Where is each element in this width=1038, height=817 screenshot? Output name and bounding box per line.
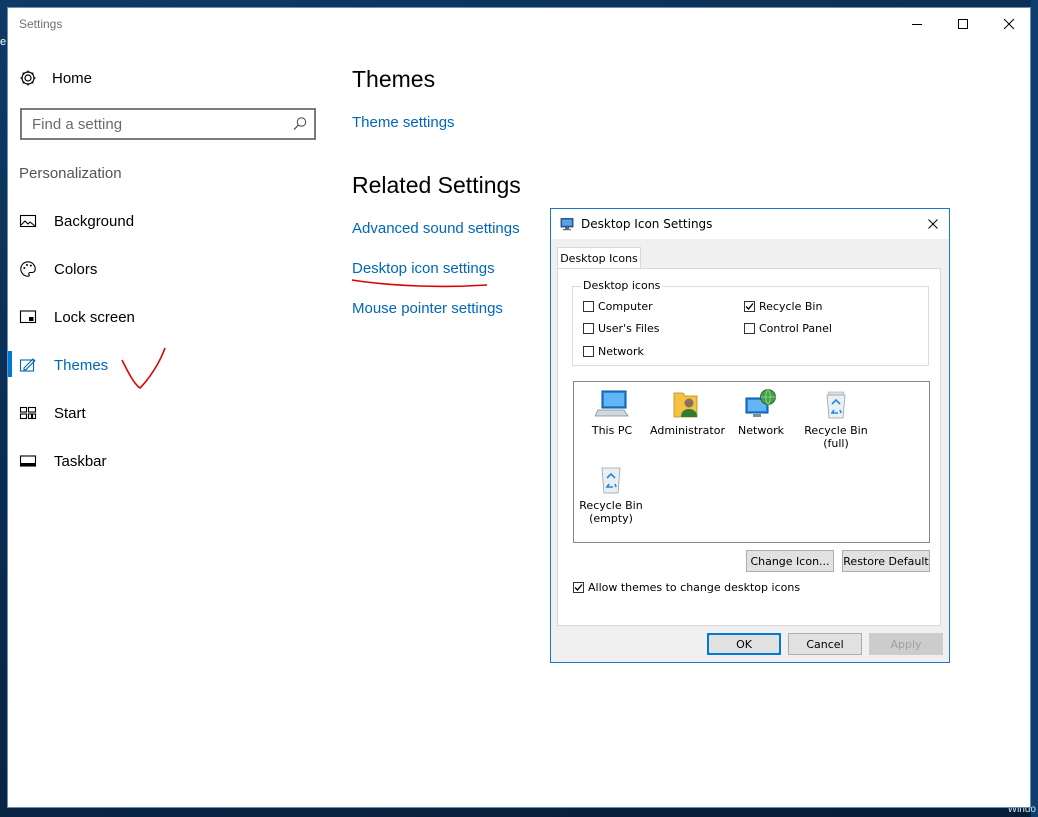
icon-item-recycle-bin-full[interactable]: Recycle Bin (full) [800, 388, 872, 450]
tab-panel: Desktop icons Computer Recycle Bin User'… [557, 268, 941, 626]
lock-screen-icon [19, 310, 37, 324]
close-button[interactable] [986, 8, 1032, 40]
checkbox-allow-themes[interactable]: Allow themes to change desktop icons [573, 581, 800, 594]
title-bar: Settings [8, 8, 1030, 40]
taskbar-icon [19, 455, 37, 467]
maximize-button[interactable] [940, 8, 986, 40]
palette-icon [20, 261, 36, 277]
minimize-icon [912, 24, 922, 25]
icon-item-administrator[interactable]: Administrator [650, 388, 725, 437]
themes-icon [19, 358, 36, 372]
gear-icon [20, 70, 36, 86]
theme-settings-link[interactable]: Theme settings [352, 114, 455, 131]
cancel-button[interactable]: Cancel [788, 633, 862, 655]
desktop-edge [1031, 0, 1038, 817]
checkbox-label: Control Panel [759, 322, 832, 335]
sidebar-item-label: Taskbar [54, 452, 107, 470]
icon-label-sub: (full) [823, 437, 849, 450]
advanced-sound-settings-link[interactable]: Advanced sound settings [352, 220, 520, 237]
icon-item-recycle-bin-empty[interactable]: Recycle Bin (empty) [575, 463, 647, 525]
restore-default-button[interactable]: Restore Default [842, 550, 930, 572]
checkbox-box[interactable] [573, 582, 584, 593]
sidebar-item-colors[interactable]: Colors [19, 257, 97, 281]
icon-item-network[interactable]: Network [725, 388, 797, 437]
change-icon-button[interactable]: Change Icon... [746, 550, 834, 572]
window-title: Settings [19, 17, 63, 31]
monitor-icon [560, 218, 574, 231]
user-folder-icon [673, 392, 698, 418]
sidebar-item-themes[interactable]: Themes [19, 353, 108, 377]
sidebar-item-start[interactable]: Start [19, 401, 86, 425]
checkbox-label: User's Files [598, 322, 660, 335]
search-box[interactable]: Find a setting [20, 108, 316, 140]
checkbox-box[interactable] [744, 323, 755, 334]
checkbox-label: Allow themes to change desktop icons [588, 581, 801, 594]
sidebar-item-label: Colors [54, 260, 98, 278]
sidebar-item-lock-screen[interactable]: Lock screen [19, 305, 135, 329]
group-label: Desktop icons [581, 279, 663, 292]
dialog-title: Desktop Icon Settings [581, 217, 713, 231]
checkbox-box[interactable] [583, 301, 594, 312]
checkbox-control-panel[interactable]: Control Panel [744, 322, 832, 335]
nav-home-label: Home [52, 69, 93, 87]
sidebar-item-label: Themes [54, 356, 109, 374]
close-icon [1003, 18, 1015, 30]
checkbox-box[interactable] [744, 301, 755, 312]
background-icon [19, 214, 37, 228]
icon-label: Recycle Bin [579, 499, 643, 512]
checkbox-label: Computer [598, 300, 653, 313]
nav-home[interactable]: Home [19, 66, 92, 90]
search-placeholder: Find a setting [32, 116, 123, 133]
checkbox-network[interactable]: Network [583, 345, 644, 358]
mouse-pointer-settings-link[interactable]: Mouse pointer settings [352, 300, 503, 317]
close-icon [928, 219, 938, 229]
search-icon [293, 117, 307, 130]
recycle-bin-full-icon [826, 391, 846, 419]
checkbox-label: Network [598, 345, 644, 358]
nav-section-label: Personalization [19, 165, 122, 182]
dialog-close-button[interactable] [923, 215, 943, 233]
icon-list[interactable]: This PC Administrator Network Recycle Bi… [573, 381, 930, 543]
sidebar-item-label: Lock screen [54, 308, 135, 326]
icon-label: Network [738, 424, 784, 437]
minimize-button[interactable] [894, 8, 940, 40]
tab-desktop-icons[interactable]: Desktop Icons [557, 247, 641, 269]
recycle-bin-empty-icon [601, 467, 621, 494]
page-title: Themes [352, 66, 436, 92]
related-settings-title: Related Settings [352, 172, 521, 198]
ok-button[interactable]: OK [707, 633, 781, 655]
icon-label-sub: (empty) [589, 512, 633, 525]
checkbox-users-files[interactable]: User's Files [583, 322, 659, 335]
checkmark-icon [574, 584, 583, 591]
maximize-icon [958, 19, 968, 29]
desktop-edge-text: e [0, 36, 7, 48]
this-pc-icon [595, 390, 629, 417]
desktop-icons-group: Desktop icons Computer Recycle Bin User'… [572, 279, 929, 366]
checkmark-icon [745, 303, 754, 310]
sidebar-item-background[interactable]: Background [19, 209, 134, 233]
icon-label: This PC [591, 424, 633, 437]
checkbox-recycle-bin[interactable]: Recycle Bin [744, 300, 822, 313]
icon-label: Administrator [650, 424, 725, 437]
checkbox-label: Recycle Bin [759, 300, 823, 313]
apply-button[interactable]: Apply [869, 633, 943, 655]
sidebar-item-taskbar[interactable]: Taskbar [19, 449, 107, 473]
checkbox-computer[interactable]: Computer [583, 300, 653, 313]
icon-item-this-pc[interactable]: This PC [576, 388, 648, 437]
dialog-title-bar: Desktop Icon Settings [551, 209, 949, 239]
sidebar-item-label: Background [54, 212, 135, 230]
active-indicator [8, 351, 12, 377]
start-icon [19, 406, 37, 420]
desktop-icon-settings-link[interactable]: Desktop icon settings [352, 260, 495, 277]
network-icon [745, 389, 776, 417]
checkbox-box[interactable] [583, 346, 594, 357]
checkbox-box[interactable] [583, 323, 594, 334]
desktop-icon-settings-dialog: Desktop Icon Settings Desktop Icons Desk… [550, 208, 950, 663]
icon-label: Recycle Bin [804, 424, 868, 437]
sidebar-item-label: Start [54, 404, 86, 422]
